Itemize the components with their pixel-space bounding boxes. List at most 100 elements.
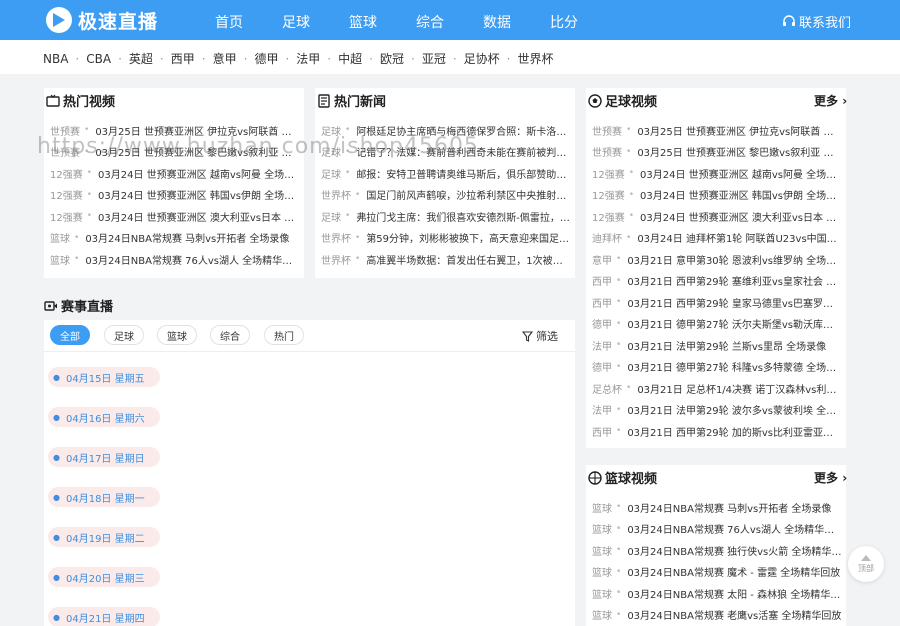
list-item[interactable]: 足总杯 • 03月21日 足总杯1/4决赛 诺丁汉森林vs利物浦 全场 [592, 380, 842, 396]
nav-home[interactable]: 首页 [215, 12, 243, 32]
date-label: 04月20日 星期三 [65, 573, 145, 585]
list-item[interactable]: 世预赛 • 03月25日 世预赛亚洲区 伊拉克vs阿联酋 全场录像 [592, 122, 842, 138]
hot-videos-title: 热门视频 [63, 95, 116, 110]
list-item[interactable]: 世界杯 • 高准翼半场数据：首发出任右翼卫，1次被过，... [321, 251, 571, 267]
list-item[interactable]: 篮球 • 03月24日NBA常规赛 太阳 - 森林狼 全场精华回放 [592, 585, 842, 601]
item-title: 第59分钟，刘彬彬被换下，高天意迎来国足首秀 [366, 234, 571, 245]
filter-all[interactable]: 全部 [50, 325, 90, 345]
league-link[interactable]: 中超 [338, 50, 362, 67]
football-videos-panel: 足球视频 更多 › 世预赛 • 03月25日 世预赛亚洲区 伊拉克vs阿联酋 全场录… [586, 88, 847, 448]
bullet-dot: • [86, 168, 93, 178]
item-tag: 足球 [321, 212, 341, 224]
list-item[interactable]: 12强赛• 03月24日 世预赛亚洲区 澳大利亚vs日本 全场录像 [592, 208, 842, 224]
bullet-dot: • [74, 254, 80, 264]
list-item[interactable]: 12强赛 • 03月24日 世预赛亚洲区 越南vs阿曼 全场录像 [50, 165, 300, 181]
list-item[interactable]: 德甲 • 03月21日 德甲第27轮 科隆vs多特蒙德 全场录像 [592, 359, 842, 375]
list-item[interactable]: 篮球 • 03月24日NBA常规赛 魔术 - 雷霆 全场精华回放 [592, 564, 842, 580]
list-item[interactable]: 12强赛 • 03月24日 世预赛亚洲区 韩国vs伊朗 全场录像 [50, 187, 300, 203]
list-item[interactable]: 足球 • 阿根廷足协主席晒与梅西德保罗合照：斯卡洛尼的... [321, 122, 571, 138]
list-item[interactable]: 西甲 • 03月21日 西甲第29轮 加的斯vs比利亚雷亚尔 全场录像 [592, 423, 842, 439]
list-item[interactable]: 世预赛 • 03月25日 世预赛亚洲区 伊拉克vs阿联酋 全场录像 [50, 122, 300, 138]
bullet-dot: • [74, 232, 80, 243]
bullet-dot: • [616, 254, 622, 264]
filter-general[interactable]: 综合 [210, 325, 250, 345]
item-title: 阿根廷足协主席晒与梅西德保罗合照：斯卡洛尼的... [356, 126, 571, 138]
list-item[interactable]: 篮球 • 03月24日NBA常规赛 老鹰vs活塞 全场精华回放 [592, 607, 842, 623]
list-item[interactable]: 西甲 • 03月21日 西甲第29轮 皇家马德里vs巴塞罗那 全场录像 [592, 294, 842, 310]
top-header: 极速直播 首页 足球 篮球 综合 数据 比分 联系我们 [0, 0, 900, 40]
contact-us-link[interactable]: 联系我们 [782, 12, 851, 31]
bullet-dot: • [86, 211, 93, 221]
list-item[interactable]: 篮球 • 03月24日NBA常规赛 马刺vs开拓者 全场录像 [50, 230, 300, 246]
league-link[interactable]: 英超 [129, 50, 153, 67]
item-title: 03月24日NBA常规赛 魔术 - 雷霆 全场精华回放 [627, 568, 841, 579]
item-title: 03月21日 西甲第29轮 加的斯vs比利亚雷亚尔 全场录像 [627, 427, 842, 439]
list-item[interactable]: 篮球 • 03月24日NBA常规赛 马刺vs开拓者 全场录像 [592, 499, 842, 515]
date-dot: ● [53, 412, 60, 422]
list-item[interactable]: 足球 • 弗拉门戈主席：我们很喜欢安德烈斯-佩雷拉，已... [321, 208, 571, 224]
item-tag: 世界杯 [321, 191, 351, 202]
date-dot: ● [53, 372, 60, 382]
list-item[interactable]: 世界杯 • 国足门前风声鹤唳，沙拉希利禁区中央推射偏出... [321, 187, 571, 203]
item-tag: 篮球 [592, 611, 612, 622]
item-tag: 迪拜杯 [592, 234, 622, 245]
league-separator: · [327, 51, 332, 66]
list-item[interactable]: 12强赛 • 03月24日 世预赛亚洲区 韩国vs伊朗 全场录像 [592, 187, 842, 203]
date-pill[interactable]: ● 04月20日 星期三 [48, 567, 160, 587]
date-pill[interactable]: ● 04月21日 星期四 [48, 607, 160, 626]
list-item[interactable]: 法甲 • 03月21日 法甲第29轮 兰斯vs里昂 全场录像 [592, 337, 842, 353]
filter-basketball[interactable]: 篮球 [157, 325, 197, 345]
date-pill[interactable]: ● 04月15日 星期五 [48, 367, 160, 387]
list-item[interactable]: 足球 • 邮报：安特卫普聘请奥维马斯后，俱乐部赞助商宣... [321, 165, 571, 181]
nav-data[interactable]: 数据 [483, 12, 511, 32]
football-more-link[interactable]: 更多 › [814, 92, 847, 109]
filter-button[interactable]: 筛选 [522, 328, 558, 344]
item-title: 03月24日NBA常规赛 76人vs湖人 全场精华回放 [627, 525, 842, 536]
list-item[interactable]: 12强赛• 03月24日 世预赛亚洲区 澳大利亚vs日本 全场录像 [50, 208, 300, 224]
date-pill[interactable]: ● 04月17日 星期日 [48, 447, 160, 467]
list-item[interactable]: 迪拜杯 • 03月24日 迪拜杯第1轮 阿联酋U23vs中国U23 全场 [592, 230, 842, 246]
league-link[interactable]: 亚冠 [422, 50, 446, 67]
league-link[interactable]: 西甲 [171, 50, 195, 67]
nav-football[interactable]: 足球 [282, 12, 310, 32]
item-title: 03月24日 世预赛亚洲区 韩国vs伊朗 全场录像 [98, 191, 300, 202]
date-pill[interactable]: ● 04月16日 星期六 [48, 407, 160, 427]
back-to-top-button[interactable]: 顶部 [848, 546, 884, 582]
nav-score[interactable]: 比分 [550, 12, 578, 32]
list-item[interactable]: 篮球 • 03月24日NBA常规赛 76人vs湖人 全场精华回放 [50, 251, 300, 267]
list-item[interactable]: 12强赛 • 03月24日 世预赛亚洲区 越南vs阿曼 全场录像 [592, 165, 842, 181]
list-item[interactable]: 足球 • 记错了？法媒：赛前普利西奇未能在赛前被判越位在先... [321, 144, 571, 160]
date-dot: ● [53, 452, 60, 462]
basketball-more-link[interactable]: 更多 › [814, 469, 847, 486]
item-tag: 足总杯 [592, 384, 622, 396]
list-item[interactable]: 德甲 • 03月21日 德甲第27轮 沃尔夫斯堡vs勒沃库森 全场录像 [592, 316, 842, 332]
list-item[interactable]: 世界杯 • 第59分钟，刘彬彬被换下，高天意迎来国足首秀 [321, 230, 571, 246]
list-item[interactable]: 意甲 • 03月21日 意甲第30轮 恩波利vs维罗纳 全场录像 [592, 251, 842, 267]
list-item[interactable]: 世预赛 • 03月25日 世预赛亚洲区 黎巴嫩vs叙利亚 全场录像 [50, 144, 300, 160]
league-link[interactable]: 欧冠 [380, 50, 404, 67]
item-tag: 西甲 [592, 277, 612, 288]
league-link[interactable]: NBA [43, 52, 68, 66]
league-link[interactable]: 世界杯 [518, 50, 554, 67]
date-pill[interactable]: ● 04月18日 星期一 [48, 487, 160, 507]
league-link[interactable]: 法甲 [296, 50, 320, 67]
nav-general[interactable]: 综合 [416, 12, 444, 32]
league-link[interactable]: 德甲 [254, 50, 278, 67]
list-item[interactable]: 世预赛 • 03月25日 世预赛亚洲区 黎巴嫩vs叙利亚 全场录像 [592, 144, 842, 160]
item-title: 03月24日NBA常规赛 76人vs湖人 全场精华回放 [85, 255, 300, 267]
date-pill[interactable]: ● 04月19日 星期二 [48, 527, 160, 547]
item-tag: 篮球 [50, 255, 70, 267]
list-item[interactable]: 篮球 • 03月24日NBA常规赛 独行侠vs火箭 全场精华回放 [592, 542, 842, 558]
filter-football[interactable]: 足球 [104, 325, 144, 345]
list-item[interactable]: 西甲 • 03月21日 西甲第29轮 塞维利亚vs皇家社会 全场录像 [592, 273, 842, 289]
list-item[interactable]: 法甲 • 03月21日 法甲第29轮 波尔多vs蒙彼利埃 全场录像 [592, 402, 842, 418]
league-link[interactable]: CBA [86, 52, 111, 66]
date-dot: ● [53, 492, 60, 502]
filter-hot[interactable]: 热门 [264, 325, 304, 345]
site-logo[interactable]: 极速直播 [46, 6, 158, 34]
nav-basketball[interactable]: 篮球 [349, 12, 377, 32]
list-item[interactable]: 篮球 • 03月24日NBA常规赛 76人vs湖人 全场精华回放 [592, 521, 842, 537]
league-link[interactable]: 足协杯 [464, 50, 500, 67]
date-label: 04月19日 星期二 [65, 533, 145, 545]
league-link[interactable]: 意甲 [213, 50, 237, 67]
